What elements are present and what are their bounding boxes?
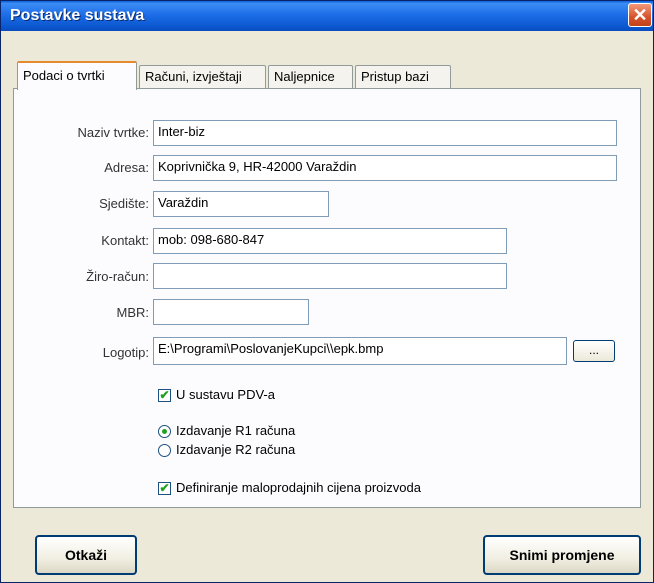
- maloprodajne-checkbox[interactable]: ✔: [158, 482, 171, 495]
- kontakt-label: Kontakt:: [101, 233, 149, 248]
- pdv-label: U sustavu PDV-a: [176, 387, 275, 402]
- logotip-input[interactable]: E:\Programi\PoslovanjeKupci\\epk.bmp: [153, 337, 567, 365]
- ziro-label: Žiro-račun:: [86, 269, 149, 284]
- r2-radio[interactable]: [158, 444, 171, 457]
- radio-selected-icon: [162, 429, 167, 434]
- check-icon: ✔: [159, 388, 170, 402]
- tab-naljepnice[interactable]: Naljepnice: [268, 65, 353, 88]
- tab-panel: [13, 88, 641, 508]
- tab-podaci-o-tvrtki[interactable]: Podaci o tvrtki: [17, 61, 137, 90]
- window-title: Postavke sustava: [10, 7, 145, 24]
- adresa-label: Adresa:: [104, 160, 149, 175]
- r1-radio[interactable]: [158, 425, 171, 438]
- naziv-label: Naziv tvrtke:: [77, 125, 149, 140]
- kontakt-input[interactable]: mob: 098-680-847: [153, 228, 507, 254]
- cancel-button[interactable]: Otkaži: [35, 535, 137, 575]
- mbr-input[interactable]: [153, 299, 309, 325]
- sjediste-label: Sjedište:: [99, 196, 149, 211]
- adresa-input[interactable]: Koprivnička 9, HR-42000 Varaždin: [153, 155, 617, 181]
- ziro-input[interactable]: [153, 263, 507, 289]
- check-icon: ✔: [159, 481, 170, 495]
- tab-racuni-izvjestaji[interactable]: Računi, izvještaji: [139, 65, 266, 88]
- naziv-input[interactable]: Inter-biz: [153, 120, 617, 146]
- close-button[interactable]: ✕: [628, 3, 652, 27]
- mbr-label: MBR:: [116, 305, 150, 320]
- r2-label: Izdavanje R2 računa: [176, 442, 296, 457]
- sjediste-input[interactable]: Varaždin: [153, 191, 329, 217]
- r1-label: Izdavanje R1 računa: [176, 423, 296, 438]
- browse-button[interactable]: ...: [573, 340, 615, 362]
- pdv-checkbox[interactable]: ✔: [158, 389, 171, 402]
- maloprodajne-label: Definiranje maloprodajnih cijena proizvo…: [176, 480, 421, 495]
- settings-dialog: Postavke sustava ✕ Podaci o tvrtki Račun…: [0, 0, 654, 583]
- tab-pristup-bazi[interactable]: Pristup bazi: [355, 65, 451, 88]
- title-bar[interactable]: Postavke sustava ✕: [1, 1, 653, 31]
- save-button[interactable]: Snimi promjene: [483, 535, 641, 575]
- close-icon: ✕: [632, 4, 648, 25]
- logotip-label: Logotip:: [102, 345, 149, 360]
